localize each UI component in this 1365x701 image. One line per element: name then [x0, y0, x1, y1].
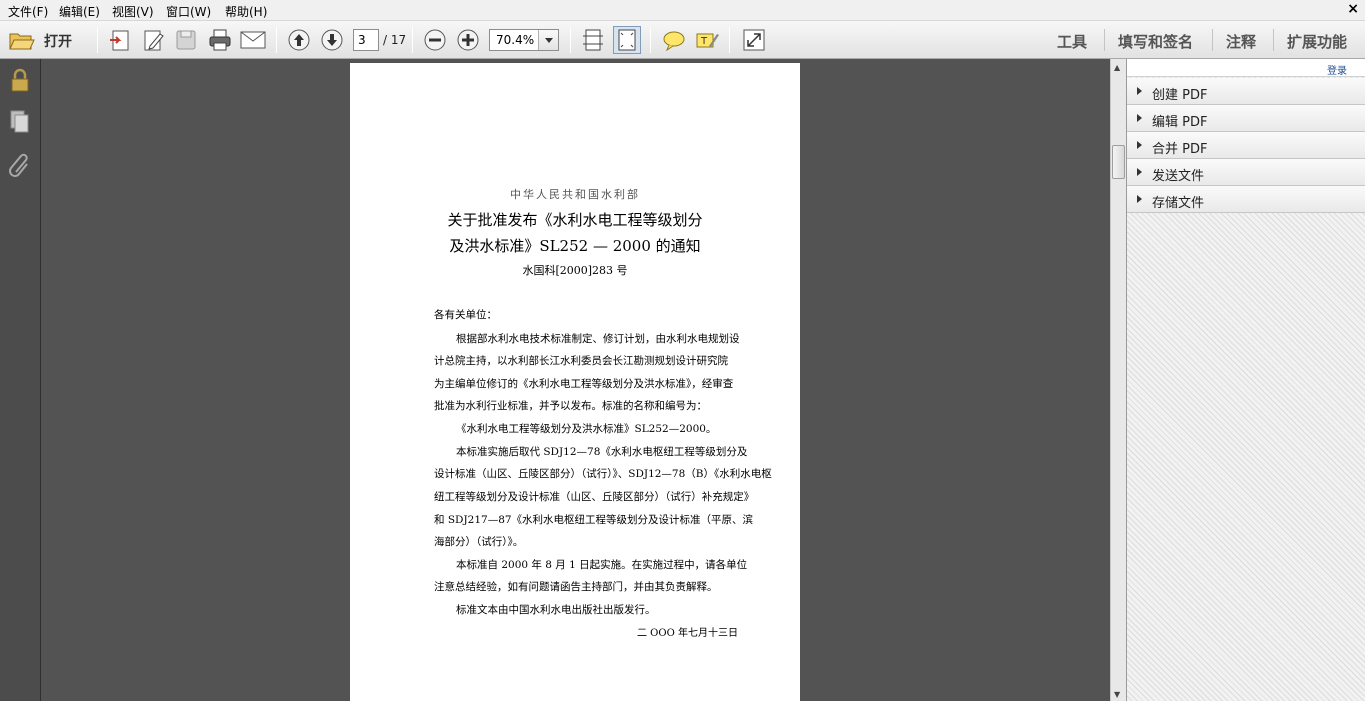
- body-line: 各有关单位：: [434, 309, 497, 321]
- menu-file[interactable]: 文件(F): [8, 3, 48, 20]
- body-line: 批准为水利行业标准，并予以发布。标准的名称和编号为：: [434, 400, 707, 412]
- attachment-icon[interactable]: [8, 152, 32, 178]
- body-line: 标准文本由中国水利水电出版社出版发行。: [456, 604, 656, 616]
- expand-arrow-icon: [1137, 195, 1142, 203]
- comment-icon[interactable]: [660, 26, 688, 54]
- body-line: 为主编单位修订的《水利水电工程等级划分及洪水标准》，经审查: [434, 378, 734, 390]
- document-view[interactable]: 中华人民共和国水利部 关于批准发布《水利水电工程等级划分 及洪水标准》SL252…: [41, 59, 1110, 701]
- expand-arrow-icon: [1137, 87, 1142, 95]
- document-title-line-1: 关于批准发布《水利水电工程等级划分: [447, 211, 703, 229]
- panel-item-label: 编辑 PDF: [1152, 115, 1208, 130]
- expand-arrow-icon: [1137, 141, 1142, 149]
- body-line: 和 SDJ217—87《水利水电枢纽工程等级划分及设计标准（平原、滨: [434, 514, 754, 526]
- previous-page-icon[interactable]: [285, 26, 313, 54]
- open-folder-icon[interactable]: [8, 26, 36, 54]
- menu-edit[interactable]: 编辑(E): [59, 3, 100, 20]
- tools-link[interactable]: 工具: [1057, 31, 1087, 52]
- publisher-organization: 中华人民共和国水利部: [510, 188, 640, 201]
- body-line: 海部分）（试行）》。: [434, 536, 524, 548]
- document-number: 水国科[2000]283 号: [522, 264, 628, 277]
- panel-item-edit-pdf[interactable]: 编辑 PDF: [1127, 105, 1365, 132]
- scroll-up-icon[interactable]: ▲: [1114, 63, 1120, 72]
- body-line: 根据部水利水电技术标准制定、修订计划，由水利水电规划设: [456, 333, 740, 345]
- save-icon[interactable]: [172, 26, 200, 54]
- toolbar-separator: [570, 27, 571, 53]
- body-line: 本标准实施后取代 SDJ12—78《水利水电枢纽工程等级划分及: [456, 446, 748, 458]
- panel-item-label: 创建 PDF: [1152, 88, 1208, 103]
- create-pdf-icon[interactable]: [106, 26, 134, 54]
- body-line: 本标准自 2000 年 8 月 1 日起实施。在实施过程中，请各单位: [456, 559, 748, 571]
- toolbar-separator: [412, 27, 413, 53]
- fit-width-icon[interactable]: [579, 26, 607, 54]
- expand-arrow-icon: [1137, 114, 1142, 122]
- body-line: 纽工程等级划分及设计标准（山区、丘陵区部分）（试行）补充规定》: [434, 491, 755, 503]
- body-line: 注意总结经验，如有问题请函告主持部门，并由其负责解释。: [434, 581, 718, 593]
- panel-item-label: 发送文件: [1152, 169, 1205, 184]
- panel-item-create-pdf[interactable]: 创建 PDF: [1127, 78, 1365, 105]
- toolbar-separator: [729, 27, 730, 53]
- menu-help[interactable]: 帮助(H): [225, 3, 267, 20]
- lock-icon[interactable]: [8, 67, 32, 93]
- pdf-page: 中华人民共和国水利部 关于批准发布《水利水电工程等级划分 及洪水标准》SL252…: [350, 63, 800, 701]
- panel-item-store-file[interactable]: 存储文件: [1127, 186, 1365, 213]
- panel-item-label: 合并 PDF: [1152, 142, 1208, 157]
- menu-view[interactable]: 视图(V): [112, 3, 154, 20]
- edit-icon[interactable]: [140, 26, 168, 54]
- page-number-input[interactable]: [353, 29, 379, 51]
- chevron-down-icon: [545, 38, 553, 43]
- comment-link[interactable]: 注释: [1226, 31, 1256, 52]
- menu-bar: 文件(F) 编辑(E) 视图(V) 窗口(W) 帮助(H) ×: [0, 0, 1365, 21]
- highlight-icon[interactable]: T: [693, 26, 721, 54]
- toolbar-separator: [1212, 29, 1213, 51]
- svg-text:T: T: [700, 36, 708, 47]
- toolbar-separator: [1273, 29, 1274, 51]
- body-line: 《水利水电工程等级划分及洪水标准》SL252—2000。: [456, 423, 717, 435]
- toolbar-separator: [97, 27, 98, 53]
- login-link[interactable]: 登录: [1327, 62, 1347, 77]
- body-line: 设计标准（山区、丘陵区部分）（试行）》、SDJ12—78（B）《水利水电枢: [434, 468, 772, 480]
- toolbar-separator: [276, 27, 277, 53]
- page-total-label: / 17: [383, 33, 407, 47]
- body-line: 计总院主持，以水利部长江水利委员会长江勘测规划设计研究院: [434, 355, 728, 367]
- zoom-value: 70.4%: [496, 33, 535, 47]
- fit-page-icon[interactable]: [613, 26, 641, 54]
- panel-item-send-file[interactable]: 发送文件: [1127, 159, 1365, 186]
- pdf-reader-window: 文件(F) 编辑(E) 视图(V) 窗口(W) 帮助(H) × 打开 3 / 1…: [0, 0, 1365, 701]
- print-icon[interactable]: [206, 26, 234, 54]
- open-button-label[interactable]: 打开: [44, 31, 72, 51]
- navigation-pane: [0, 59, 41, 701]
- document-date: 二 OOO 年七月十三日: [637, 628, 738, 639]
- toolbar-separator: [650, 27, 651, 53]
- zoom-in-icon[interactable]: [454, 26, 482, 54]
- login-bar: 登录: [1127, 59, 1365, 77]
- panel-item-combine-pdf[interactable]: 合并 PDF: [1127, 132, 1365, 159]
- toolbar: 打开 / 17 7: [0, 21, 1365, 59]
- extended-link[interactable]: 扩展功能: [1287, 31, 1347, 52]
- zoom-select[interactable]: 70.4%: [489, 29, 559, 51]
- pages-icon[interactable]: [8, 109, 32, 135]
- zoom-dropdown-button[interactable]: [538, 30, 558, 50]
- vertical-scrollbar[interactable]: ▲ ▼: [1110, 59, 1126, 701]
- fill-sign-link[interactable]: 填写和签名: [1118, 31, 1193, 52]
- toolbar-separator: [1104, 29, 1105, 51]
- next-page-icon[interactable]: [318, 26, 346, 54]
- panel-item-label: 存储文件: [1152, 196, 1205, 211]
- email-icon[interactable]: [239, 26, 267, 54]
- document-title-line-2: 及洪水标准》SL252 — 2000 的通知: [449, 237, 701, 255]
- expand-arrow-icon: [1137, 168, 1142, 176]
- scrollbar-thumb[interactable]: [1112, 145, 1125, 179]
- fullscreen-icon[interactable]: [740, 26, 768, 54]
- menu-window[interactable]: 窗口(W): [166, 3, 211, 20]
- task-panel: 登录 创建 PDF 编辑 PDF 合并 PDF 发送文件 存储文件: [1126, 59, 1365, 701]
- scroll-down-icon[interactable]: ▼: [1114, 690, 1120, 699]
- zoom-out-icon[interactable]: [421, 26, 449, 54]
- close-document-button[interactable]: ×: [1347, 1, 1359, 17]
